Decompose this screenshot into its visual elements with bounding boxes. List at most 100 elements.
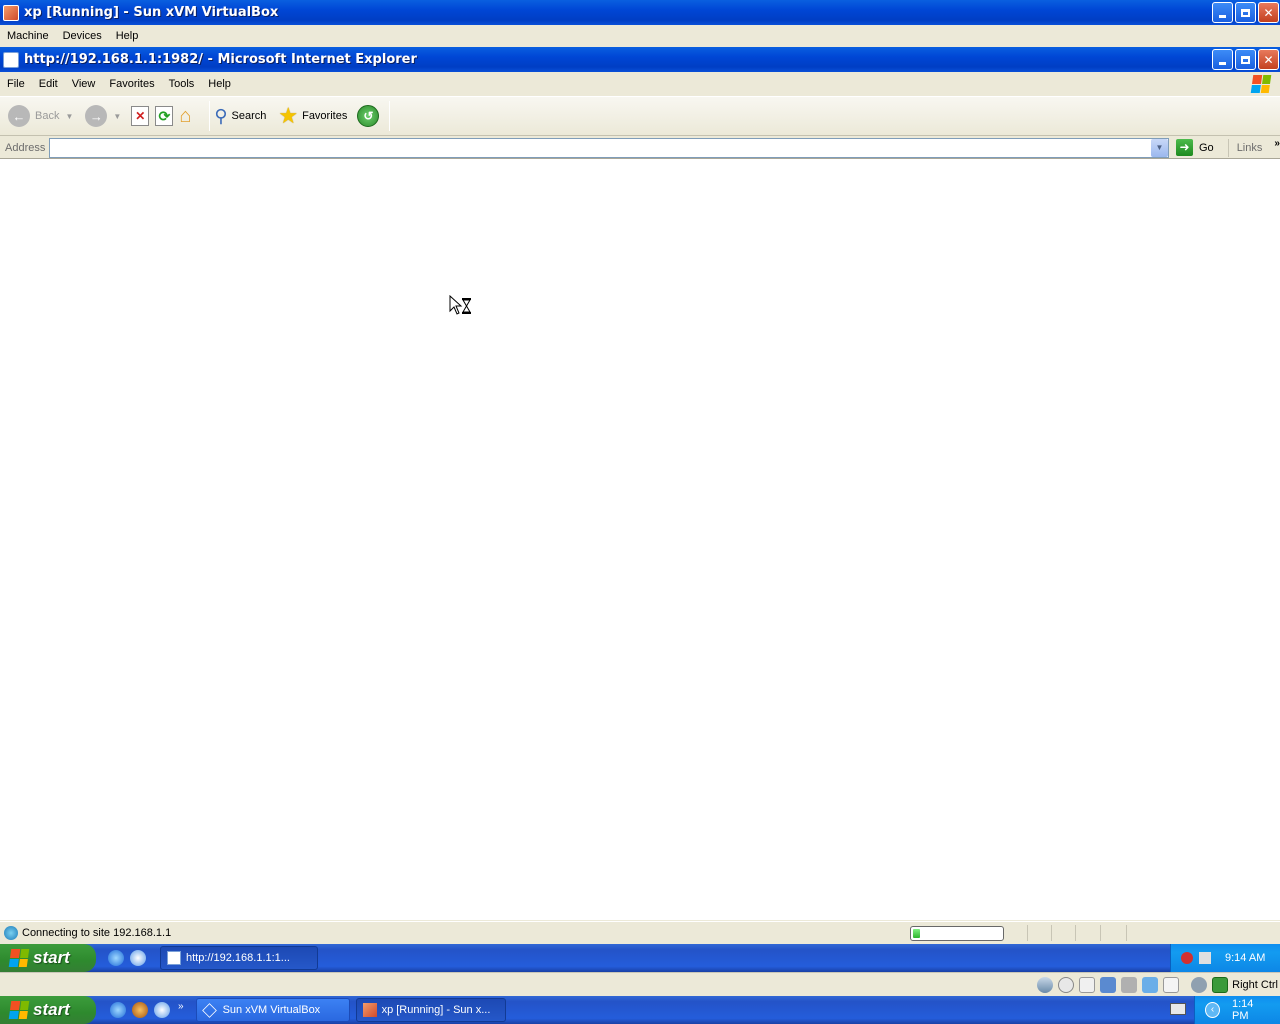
floppy-icon[interactable] — [1079, 976, 1096, 993]
address-input[interactable] — [49, 137, 1169, 158]
guest-start-button[interactable]: start — [0, 944, 96, 972]
vbox-minimize-button[interactable] — [1212, 2, 1233, 23]
ie-close-button[interactable]: ✕ — [1258, 49, 1279, 70]
loading-globe-icon — [4, 925, 18, 940]
browser-content-area[interactable] — [0, 159, 1280, 920]
close-icon: ✕ — [1263, 52, 1274, 67]
home-icon: ⌂ — [179, 105, 192, 127]
keyboard-icon[interactable] — [1170, 1003, 1186, 1015]
restore-icon — [1241, 8, 1250, 17]
chevron-down-icon: ▼ — [1155, 142, 1164, 152]
guest-clock[interactable]: 9:14 AM — [1225, 952, 1265, 964]
ie-menu-favorites[interactable]: Favorites — [102, 78, 161, 90]
tray-collapse-icon[interactable]: ‹ — [1205, 1002, 1220, 1018]
refresh-button[interactable]: ⟳ — [155, 101, 174, 131]
outlook-quicklaunch-icon[interactable] — [130, 950, 146, 966]
ie-menu-edit[interactable]: Edit — [32, 78, 65, 90]
host-start-button[interactable]: start — [0, 996, 96, 1024]
host-clock[interactable]: 1:14 PM — [1232, 998, 1270, 1022]
host-task-label: xp [Running] - Sun x... — [381, 1004, 491, 1016]
refresh-icon: ⟳ — [155, 106, 174, 126]
search-label: Search — [231, 110, 267, 122]
vbox-close-button[interactable]: ✕ — [1258, 2, 1279, 23]
hourglass-cursor-svg — [449, 294, 471, 315]
back-button[interactable]: ← Back ▼ — [8, 101, 73, 131]
host-start-label: start — [33, 1000, 70, 1019]
minimize-icon — [1219, 62, 1226, 65]
ie-menu-tools[interactable]: Tools — [162, 78, 202, 90]
host-system-tray: ‹ 1:14 PM — [1194, 996, 1280, 1024]
harddisk-icon[interactable] — [1037, 976, 1054, 993]
vbox-menu-help[interactable]: Help — [109, 30, 146, 42]
guest-task-label: http://192.168.1.1:1... — [186, 952, 290, 964]
host-task-virtualbox[interactable]: Sun xVM VirtualBox — [195, 998, 350, 1022]
forward-button[interactable]: → ▼ — [85, 101, 121, 131]
ie-toolbar: ← Back ▼ → ▼ ✕ ⟳ ⌂ ⚲ Search ★ Favorites … — [0, 96, 1280, 136]
ie-restore-button[interactable] — [1235, 49, 1256, 70]
vm-task-icon — [362, 1003, 377, 1017]
favorites-button[interactable]: ★ Favorites — [278, 101, 347, 131]
host-task-vm[interactable]: xp [Running] - Sun x... — [355, 998, 506, 1022]
outlook-quicklaunch-icon[interactable] — [154, 1002, 170, 1018]
minimize-icon — [1219, 15, 1226, 18]
network-adapter-icon[interactable] — [1100, 976, 1117, 993]
host-key-icon[interactable] — [1212, 976, 1229, 993]
ie-menu-file[interactable]: File — [0, 78, 32, 90]
windows-logo-icon — [1250, 75, 1272, 93]
chevron-down-icon: ▼ — [65, 111, 74, 121]
status-pane — [1075, 925, 1076, 941]
vbox-menu-bar: Machine Devices Help — [0, 25, 1280, 46]
ie-quicklaunch-icon[interactable] — [108, 950, 124, 966]
ie-quicklaunch-icon[interactable] — [110, 1002, 126, 1018]
links-button[interactable]: Links — [1237, 142, 1263, 154]
vbox-title-bar[interactable]: xp [Running] - Sun xVM VirtualBox ✕ — [0, 0, 1280, 25]
search-button[interactable]: ⚲ Search — [214, 101, 266, 131]
cdrom-icon[interactable] — [1058, 976, 1075, 993]
history-button[interactable]: ↺ — [357, 101, 380, 131]
status-pane — [1051, 925, 1052, 941]
ie-menu-view[interactable]: View — [65, 78, 103, 90]
vbox-window-title: xp [Running] - Sun xVM VirtualBox — [24, 5, 279, 20]
guest-taskbar: start http://192.168.1.1:1... 9:14 AM — [0, 944, 1280, 972]
ie-minimize-button[interactable] — [1212, 49, 1233, 70]
stop-icon: ✕ — [131, 106, 150, 126]
quicklaunch-chevron-icon[interactable]: » — [178, 1001, 184, 1012]
guest-task-ie[interactable]: http://192.168.1.1:1... — [160, 946, 318, 970]
app-quicklaunch-icon[interactable] — [132, 1002, 148, 1018]
restore-icon — [1241, 55, 1250, 64]
host-task-label: Sun xVM VirtualBox — [222, 1004, 321, 1016]
close-icon: ✕ — [1263, 5, 1274, 20]
toolbar-separator — [389, 101, 391, 131]
status-pane — [1100, 925, 1101, 941]
ie-title-bar[interactable]: http://192.168.1.1:1982/ - Microsoft Int… — [0, 47, 1280, 72]
network-icon[interactable] — [1199, 952, 1211, 964]
shared-folder-icon[interactable] — [1142, 976, 1159, 993]
vbox-menu-machine[interactable]: Machine — [0, 30, 56, 42]
star-icon: ★ — [278, 103, 299, 128]
vbox-restore-button[interactable] — [1235, 2, 1256, 23]
address-label: Address — [5, 141, 46, 154]
busy-cursor-icon — [449, 294, 473, 317]
favorites-label: Favorites — [302, 110, 348, 122]
windows-flag-icon — [8, 949, 30, 967]
security-shield-icon[interactable] — [1181, 952, 1193, 964]
vrdp-icon[interactable] — [1163, 976, 1180, 993]
home-button[interactable]: ⌂ — [179, 101, 199, 131]
windows-flag-icon — [8, 1001, 30, 1019]
status-pane — [1027, 925, 1028, 941]
page-progress-bar — [910, 926, 1004, 941]
virtualbox-cube-icon — [201, 1002, 217, 1018]
go-button[interactable]: ➜ Go — [1176, 139, 1214, 156]
ie-task-icon — [167, 951, 181, 965]
usb-icon[interactable] — [1121, 976, 1138, 993]
address-dropdown-button[interactable]: ▼ — [1151, 138, 1168, 157]
links-chevron-icon[interactable]: » — [1274, 138, 1280, 149]
guest-system-tray: 9:14 AM — [1170, 944, 1280, 972]
stop-button[interactable]: ✕ — [131, 101, 150, 131]
go-label: Go — [1199, 141, 1214, 154]
vbox-menu-devices[interactable]: Devices — [56, 30, 109, 42]
ie-menu-help[interactable]: Help — [201, 78, 238, 90]
go-arrow-icon: ➜ — [1176, 139, 1193, 156]
mouse-integration-icon[interactable] — [1191, 976, 1208, 993]
status-text: Connecting to site 192.168.1.1 — [22, 926, 172, 939]
